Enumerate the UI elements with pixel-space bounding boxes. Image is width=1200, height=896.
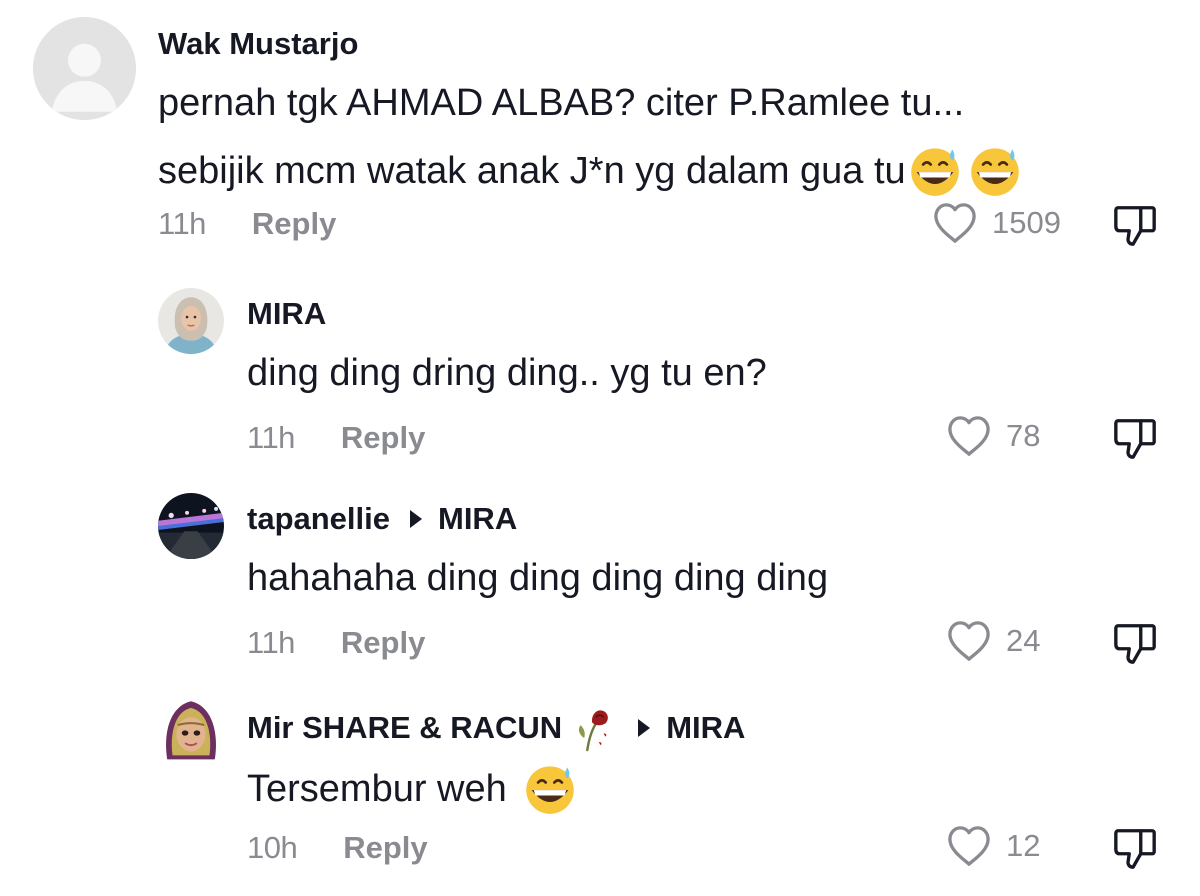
like-button[interactable]: 78 xyxy=(946,415,1040,457)
heart-outline-icon xyxy=(948,416,990,456)
comment-timestamp: 11h xyxy=(158,206,206,241)
grinning-sweat-emoji xyxy=(523,762,577,816)
comment-text: sebijik mcm watak anak J*n yg dalam gua … xyxy=(158,144,1022,198)
comment-username[interactable]: Mir SHARE & RACUN xyxy=(247,710,562,746)
heart-outline-icon xyxy=(948,621,990,661)
comment-text: Tersembur weh xyxy=(247,762,577,816)
like-button[interactable]: 24 xyxy=(946,620,1040,662)
wilted-rose-emoji xyxy=(570,704,618,752)
reply-to-username[interactable]: MIRA xyxy=(666,710,745,746)
heart-outline-icon xyxy=(934,203,976,243)
comment-username-row: tapanellie MIRA xyxy=(247,501,517,537)
reply-button[interactable]: Reply xyxy=(341,625,425,661)
heart-outline-icon xyxy=(948,826,990,866)
reply-button[interactable]: Reply xyxy=(252,206,336,242)
reply-button[interactable]: Reply xyxy=(343,830,427,866)
grinning-sweat-emoji xyxy=(968,144,1022,198)
dislike-button[interactable] xyxy=(1112,415,1158,466)
comment-username[interactable]: MIRA xyxy=(247,296,326,332)
like-button[interactable]: 12 xyxy=(946,825,1040,867)
reply-arrow-icon xyxy=(410,510,422,528)
city-night-avatar[interactable] xyxy=(158,493,224,559)
comment-username[interactable]: Wak Mustarjo xyxy=(158,26,358,62)
reply-to-username[interactable]: MIRA xyxy=(438,501,517,537)
default-avatar-icon[interactable] xyxy=(33,17,136,120)
dislike-button[interactable] xyxy=(1112,620,1158,671)
like-count: 12 xyxy=(1006,828,1041,863)
thumbs-down-icon xyxy=(1114,206,1156,246)
dislike-button[interactable] xyxy=(1112,825,1158,876)
comment-meta: 11h Reply xyxy=(158,206,336,242)
grinning-sweat-emoji xyxy=(908,144,962,198)
comment-text-line: sebijik mcm watak anak J*n yg dalam gua … xyxy=(158,150,906,192)
comment-timestamp: 10h xyxy=(247,830,298,865)
comment-text: hahahaha ding ding ding ding ding xyxy=(247,559,828,597)
like-count: 1509 xyxy=(992,205,1061,240)
comment-text-line: hahahaha ding ding ding ding ding xyxy=(247,557,829,599)
comment-text-line: Tersembur weh xyxy=(247,768,507,810)
comment-timestamp: 11h xyxy=(247,625,295,660)
comment-text-line: pernah tgk AHMAD ALBAB? citer P.Ramlee t… xyxy=(158,82,965,124)
thumbs-down-icon xyxy=(1114,829,1156,869)
comment-timestamp: 11h xyxy=(247,420,295,455)
comment-text-line: ding ding dring ding.. yg tu en? xyxy=(247,352,767,394)
comment-meta: 11h Reply xyxy=(247,420,425,456)
comment-meta: 10h Reply xyxy=(247,830,428,866)
thumbs-down-icon xyxy=(1114,624,1156,664)
reply-button[interactable]: Reply xyxy=(341,420,425,456)
comment-item: Mir SHARE & RACUN MIRA Tersembur weh 10h… xyxy=(0,690,1200,896)
comment-text: pernah tgk AHMAD ALBAB? citer P.Ramlee t… xyxy=(158,84,964,122)
comment-text: ding ding dring ding.. yg tu en? xyxy=(247,354,767,392)
like-count: 78 xyxy=(1006,418,1041,453)
user-photo-avatar[interactable] xyxy=(158,288,224,354)
dislike-button[interactable] xyxy=(1112,202,1158,253)
comment-item: Wak Mustarjo pernah tgk AHMAD ALBAB? cit… xyxy=(0,0,1200,270)
hijab-avatar[interactable] xyxy=(158,696,224,766)
comment-item: tapanellie MIRA hahahaha ding ding ding … xyxy=(0,485,1200,680)
like-count: 24 xyxy=(1006,623,1041,658)
comment-item: MIRA ding ding dring ding.. yg tu en? 11… xyxy=(0,280,1200,470)
comment-username-row: Mir SHARE & RACUN MIRA xyxy=(247,704,745,752)
like-button[interactable]: 1509 xyxy=(932,202,1061,244)
reply-arrow-icon xyxy=(638,719,651,737)
thumbs-down-icon xyxy=(1114,419,1156,459)
comment-meta: 11h Reply xyxy=(247,625,425,661)
comment-username[interactable]: tapanellie xyxy=(247,501,390,537)
